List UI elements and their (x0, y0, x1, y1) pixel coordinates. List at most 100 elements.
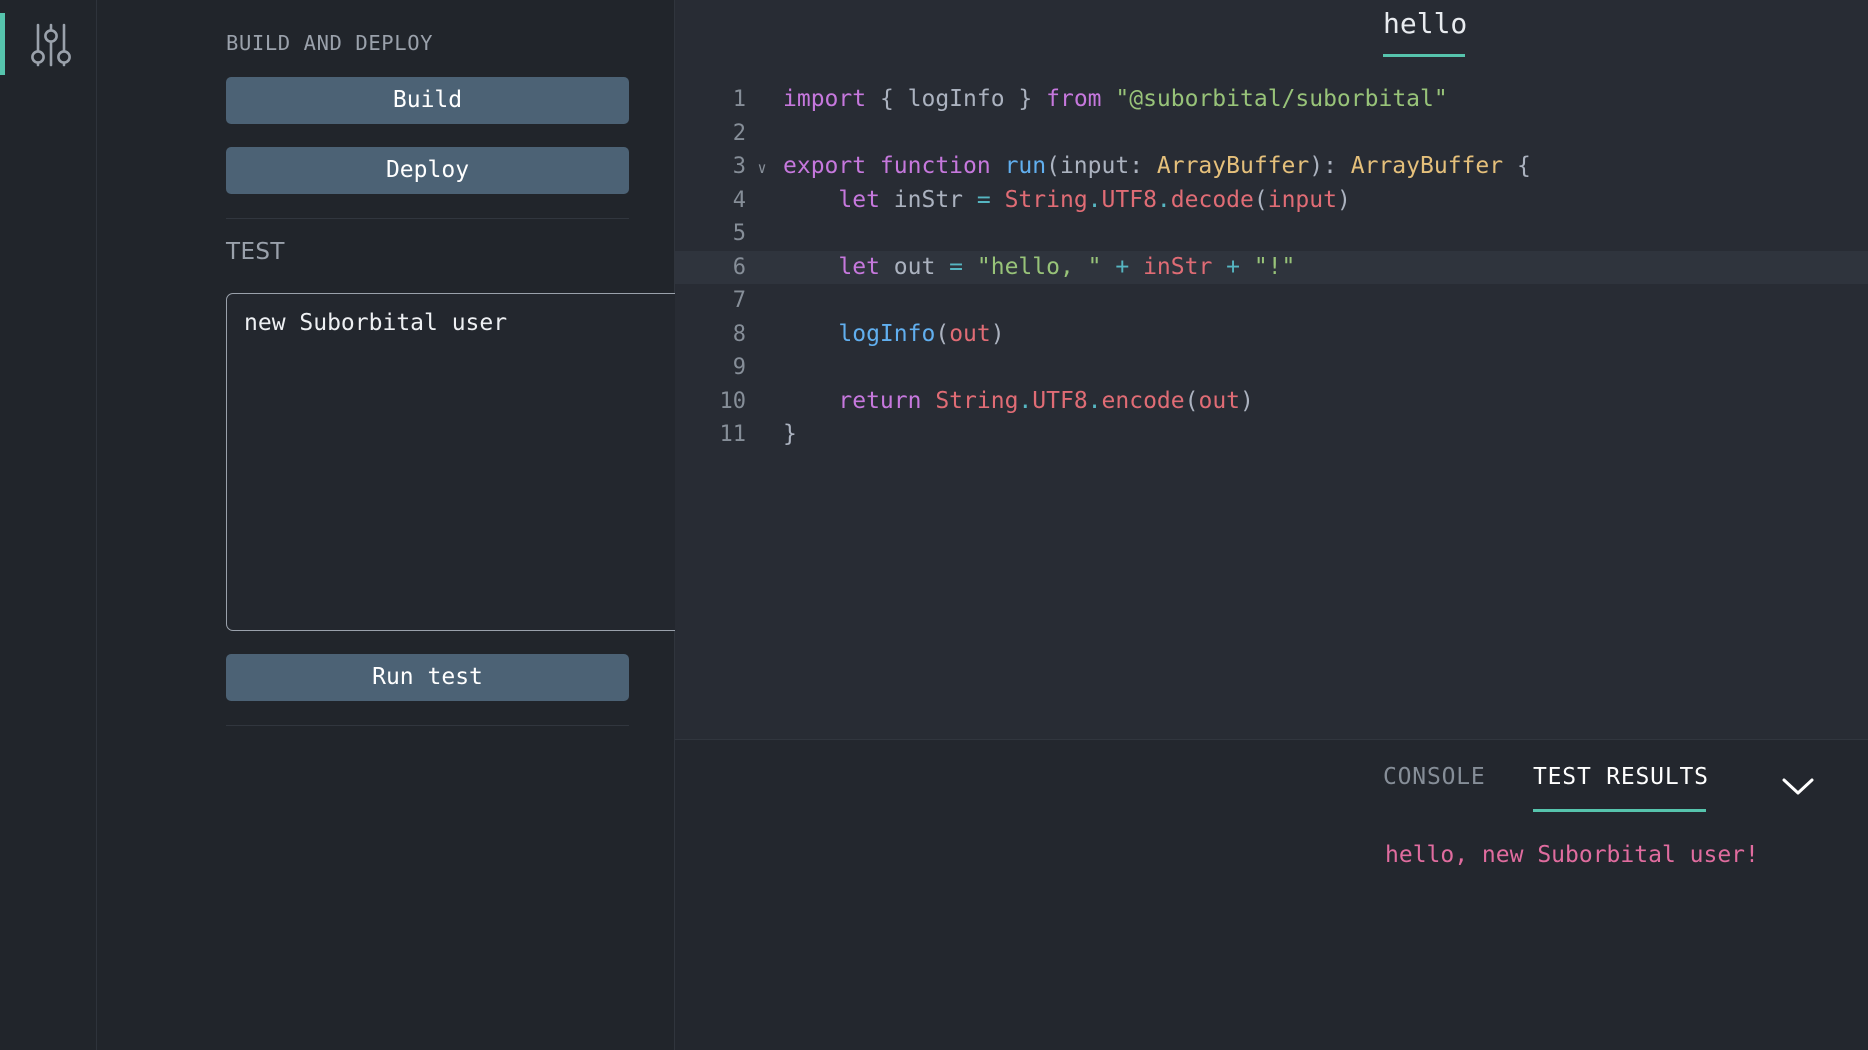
code-line-text: let inStr = String.UTF8.decode(input) (774, 184, 1351, 218)
code-token: ( (1254, 187, 1268, 213)
code-line-text: export function run(input: ArrayBuffer):… (774, 150, 1531, 184)
rail-active-indicator (0, 13, 5, 75)
code-token: UTF8 (1032, 388, 1087, 414)
line-number: 5 (675, 217, 750, 251)
code-token: inStr (894, 187, 977, 213)
tab-label: hello (1383, 10, 1467, 38)
deploy-button[interactable]: Deploy (226, 147, 629, 194)
code-token: } (783, 421, 797, 447)
console-tab-active-underline (1533, 809, 1706, 812)
code-token: } (1005, 86, 1047, 112)
line-number: 6 (675, 251, 750, 285)
code-token: + (1226, 254, 1254, 280)
tab-active-underline (1383, 54, 1465, 57)
code-token: input (1268, 187, 1337, 213)
code-token: . (1018, 388, 1032, 414)
line-number: 3 (675, 150, 750, 184)
line-number: 9 (675, 351, 750, 385)
code-line[interactable]: 10 return String.UTF8.encode(out) (675, 385, 1868, 419)
code-token: ( (1185, 388, 1199, 414)
panel-divider-bottom (226, 725, 629, 726)
tab-console[interactable]: CONSOLE (1383, 766, 1486, 789)
code-token: . (1088, 187, 1102, 213)
code-line[interactable]: 1import { logInfo } from "@suborbital/su… (675, 83, 1868, 117)
code-token: "@suborbital/suborbital" (1115, 86, 1447, 112)
code-line[interactable]: 8 logInfo(out) (675, 318, 1868, 352)
code-token: run (1005, 153, 1047, 179)
code-line[interactable]: 7 (675, 284, 1868, 318)
code-token: let (838, 254, 893, 280)
build-deploy-buttons: Build Deploy (97, 77, 674, 194)
code-token: return (838, 388, 935, 414)
code-line[interactable]: 11} (675, 418, 1868, 452)
build-deploy-section-label: BUILD AND DEPLOY (97, 0, 674, 54)
sliders-icon[interactable] (20, 12, 82, 76)
code-token: { (1503, 153, 1531, 179)
code-token: "!" (1254, 254, 1296, 280)
code-token (783, 388, 838, 414)
line-number: 11 (675, 418, 750, 452)
code-line[interactable]: 2 (675, 117, 1868, 151)
code-line-text: } (774, 418, 797, 452)
test-input[interactable] (226, 293, 738, 631)
code-token: ( (935, 321, 949, 347)
code-token: (input: (1046, 153, 1157, 179)
code-token: ) (1337, 187, 1351, 213)
code-token: out (1198, 388, 1240, 414)
run-test-wrap: Run test (97, 654, 674, 701)
fold-toggle-icon[interactable]: ∨ (750, 152, 774, 186)
line-number: 7 (675, 284, 750, 318)
code-token: ): (1309, 153, 1351, 179)
code-token: = (977, 187, 1005, 213)
code-line[interactable]: 6 let out = "hello, " + inStr + "!" (675, 251, 1868, 285)
code-token: import (783, 86, 880, 112)
code-token: from (1046, 86, 1115, 112)
code-line[interactable]: 3∨export function run(input: ArrayBuffer… (675, 150, 1868, 184)
code-token: . (1088, 388, 1102, 414)
tab-test-results[interactable]: TEST RESULTS (1533, 766, 1709, 789)
code-token: encode (1102, 388, 1185, 414)
line-number: 2 (675, 117, 750, 151)
test-section-label: TEST (97, 219, 674, 264)
line-number: 8 (675, 318, 750, 352)
code-token: UTF8 (1102, 187, 1157, 213)
code-token: export function (783, 153, 1005, 179)
code-line-text: let out = "hello, " + inStr + "!" (774, 251, 1295, 285)
run-test-button[interactable]: Run test (226, 654, 629, 701)
line-number: 10 (675, 385, 750, 419)
code-token: ArrayBuffer (1157, 153, 1309, 179)
code-editor[interactable]: 1 import { logInfo } from "@suborbital/su… (675, 74, 1868, 739)
code-token (783, 254, 838, 280)
code-token: decode (1171, 187, 1254, 213)
code-token: logInfo (838, 321, 935, 347)
code-line[interactable]: 4 let inStr = String.UTF8.decode(input) (675, 184, 1868, 218)
icon-rail (0, 0, 97, 1050)
code-token: + (1115, 254, 1143, 280)
line-number: 4 (675, 184, 750, 218)
editor-column: hello 1 import { logInfo } from "@suborbi… (675, 0, 1868, 1050)
chevron-down-icon[interactable] (1776, 764, 1820, 808)
code-token: = (949, 254, 977, 280)
code-token: ) (991, 321, 1005, 347)
code-token: "hello, " (977, 254, 1115, 280)
code-token: logInfo (908, 86, 1005, 112)
editor-tabbar: hello (675, 0, 1868, 74)
tab-hello[interactable]: hello (1383, 10, 1467, 48)
code-line[interactable]: 5 (675, 217, 1868, 251)
code-line[interactable]: 9 (675, 351, 1868, 385)
code-token: . (1157, 187, 1171, 213)
code-token: out (949, 321, 991, 347)
line-number: 1 (675, 83, 750, 117)
console-tabbar: CONSOLE TEST RESULTS (675, 740, 1868, 812)
code-token: ) (1240, 388, 1254, 414)
code-token: String (935, 388, 1018, 414)
console-panel: CONSOLE TEST RESULTS hello, new Suborbit… (675, 739, 1868, 1050)
code-token: let (838, 187, 893, 213)
code-token: out (894, 254, 949, 280)
code-line-text: return String.UTF8.encode(out) (774, 385, 1254, 419)
test-results-output: hello, new Suborbital user! (675, 812, 1868, 871)
build-button[interactable]: Build (226, 77, 629, 124)
code-token: ArrayBuffer (1351, 153, 1503, 179)
code-token (783, 321, 838, 347)
app-root: BUILD AND DEPLOY Build Deploy TEST Run t… (0, 0, 1868, 1050)
